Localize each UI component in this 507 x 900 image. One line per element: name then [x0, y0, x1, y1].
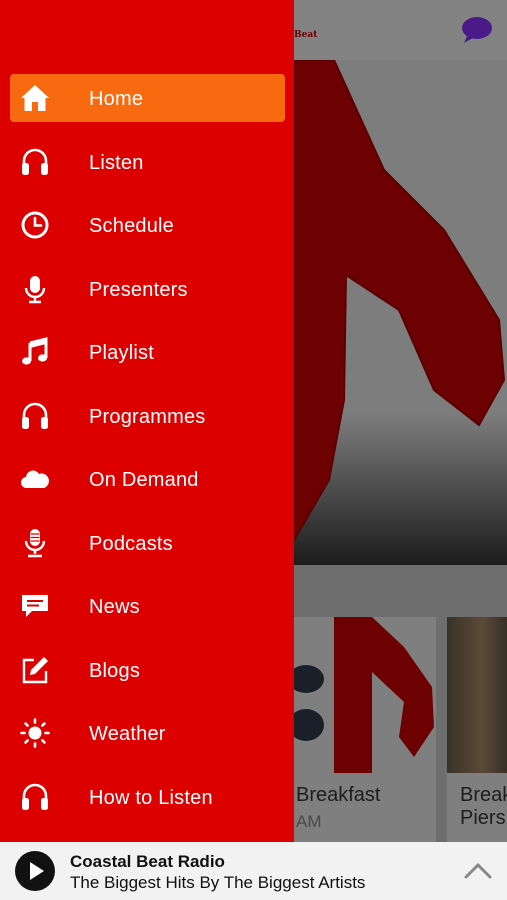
menu-item-label: Listen: [89, 151, 144, 174]
menu-item-label: Podcasts: [89, 532, 173, 555]
menu-item-on-demand[interactable]: On Demand: [10, 455, 285, 503]
menu-item-label: Programmes: [89, 405, 206, 428]
headphones-icon: [20, 147, 50, 177]
chat-icon[interactable]: [461, 16, 493, 44]
menu-item-programmes[interactable]: Programmes: [10, 392, 285, 440]
headphones-icon: [20, 401, 50, 431]
music-note-icon: [20, 337, 50, 367]
menu-item-presenters[interactable]: Presenters: [10, 265, 285, 313]
home-icon: [20, 83, 50, 113]
programme-title: Break: [460, 784, 507, 806]
edit-icon: [20, 655, 50, 685]
menu-item-listen[interactable]: Listen: [10, 138, 285, 186]
menu-item-label: On Demand: [89, 469, 199, 491]
menu-item-label: Presenters: [89, 278, 188, 301]
menu-item-blogs[interactable]: Blogs: [10, 646, 285, 694]
programme-image: [294, 617, 436, 773]
programme-time: AM: [296, 812, 322, 831]
menu-item-playlist[interactable]: Playlist: [10, 328, 285, 376]
menu-item-label: Blogs: [89, 659, 141, 682]
menu-item-podcasts[interactable]: Podcasts: [10, 519, 285, 567]
play-icon: [30, 862, 44, 880]
menu-item-home[interactable]: Home: [10, 74, 285, 122]
menu-item-label: How to Listen: [89, 786, 213, 809]
programme-card[interactable]: Break Piers: [447, 617, 507, 842]
cloud-icon: [20, 464, 50, 494]
station-tagline: The Biggest Hits By The Biggest Artists: [70, 873, 366, 892]
menu-item-label: Home: [89, 88, 144, 110]
menu-item-weather[interactable]: Weather: [10, 709, 285, 757]
menu-item-label: Weather: [89, 723, 166, 745]
mini-player[interactable]: Coastal Beat Radio The Biggest Hits By T…: [0, 842, 507, 900]
section-divider: [294, 565, 507, 617]
menu-item-schedule[interactable]: Schedule: [10, 201, 285, 249]
menu-item-label: Schedule: [89, 215, 174, 237]
microphone-icon: [20, 274, 50, 304]
app-logo: Beat: [294, 30, 318, 40]
chevron-up-icon[interactable]: [462, 856, 494, 886]
clock-icon: [20, 210, 50, 240]
sun-icon: [20, 718, 50, 748]
programme-title-line2: Piers: [460, 807, 506, 829]
programme-carousel[interactable]: Breakfast AM Break Piers: [294, 617, 507, 842]
station-name: Coastal Beat Radio: [70, 852, 225, 871]
play-button[interactable]: [15, 851, 55, 891]
programme-card[interactable]: Breakfast AM: [294, 617, 436, 842]
app-header: Beat: [294, 0, 507, 60]
programme-image: [447, 617, 507, 773]
side-drawer: Home Listen Schedule Presenters Playlist: [0, 0, 294, 842]
headphones-icon: [20, 782, 50, 812]
podcast-mic-icon: [20, 528, 50, 558]
hero-image: [294, 60, 507, 565]
menu-item-label: Playlist: [89, 342, 154, 364]
message-icon: [20, 591, 50, 621]
programme-title: Breakfast: [296, 784, 381, 806]
menu-item-news[interactable]: News: [10, 582, 285, 630]
menu-item-label: News: [89, 596, 140, 618]
menu-item-how-to-listen[interactable]: How to Listen: [10, 773, 285, 821]
